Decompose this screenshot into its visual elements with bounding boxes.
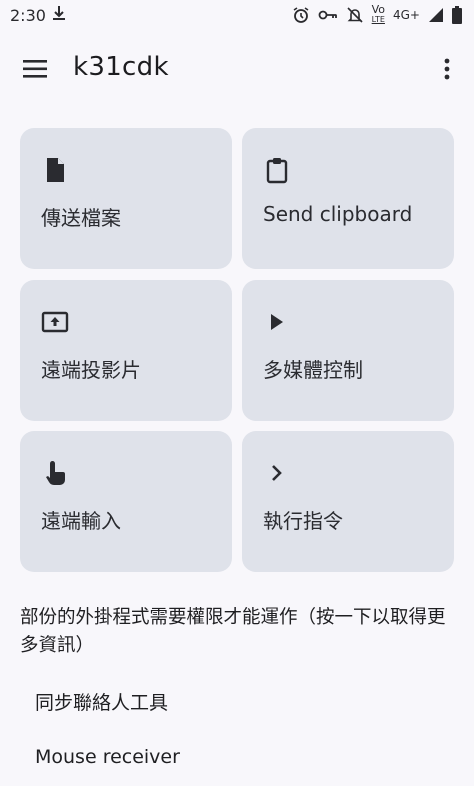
action-card-remote-input[interactable]: 遠端輸入	[20, 431, 232, 572]
clipboard-icon	[263, 156, 291, 184]
presentation-icon	[41, 308, 69, 336]
action-card-remote-presentation[interactable]: 遠端投影片	[20, 280, 232, 421]
plugin-item-contacts-sync[interactable]: 同步聯絡人工具	[35, 688, 168, 715]
notifications-off-icon	[346, 6, 364, 24]
battery-icon	[452, 6, 462, 24]
action-card-run-command[interactable]: 執行指令	[242, 431, 454, 572]
action-label: 多媒體控制	[263, 358, 363, 382]
action-label: Send clipboard	[263, 202, 413, 226]
download-icon	[52, 5, 66, 25]
permission-notice[interactable]: 部份的外掛程式需要權限才能運作（按一下以取得更多資訊）	[20, 604, 460, 660]
menu-icon[interactable]	[22, 58, 48, 80]
app-title: k31cdk	[73, 52, 169, 82]
status-time: 2:30	[10, 5, 46, 25]
play-icon	[263, 308, 291, 336]
chevron-right-icon	[263, 459, 291, 487]
volte-label: Vo	[371, 3, 385, 16]
action-label: 遠端輸入	[41, 509, 121, 533]
action-label: 傳送檔案	[41, 206, 121, 230]
network-type: 4G+	[393, 8, 420, 22]
action-label: 遠端投影片	[41, 358, 141, 382]
action-card-send-clipboard[interactable]: Send clipboard	[242, 128, 454, 269]
plugin-item-mouse-receiver[interactable]: Mouse receiver	[35, 746, 180, 768]
action-card-send-file[interactable]: 傳送檔案	[20, 128, 232, 269]
app-bar: k31cdk	[0, 40, 474, 100]
action-label: 執行指令	[263, 509, 343, 533]
vpn-key-icon	[318, 8, 338, 22]
alarm-icon	[292, 6, 310, 24]
touch-icon	[41, 459, 69, 487]
more-vert-icon[interactable]	[436, 58, 458, 82]
file-icon	[41, 156, 69, 184]
status-bar: 2:30 Vo LTE 4G+	[0, 0, 474, 30]
action-card-multimedia-control[interactable]: 多媒體控制	[242, 280, 454, 421]
volte-icon: Vo LTE	[371, 3, 385, 25]
signal-icon	[428, 7, 444, 23]
lte-label: LTE	[371, 15, 385, 24]
